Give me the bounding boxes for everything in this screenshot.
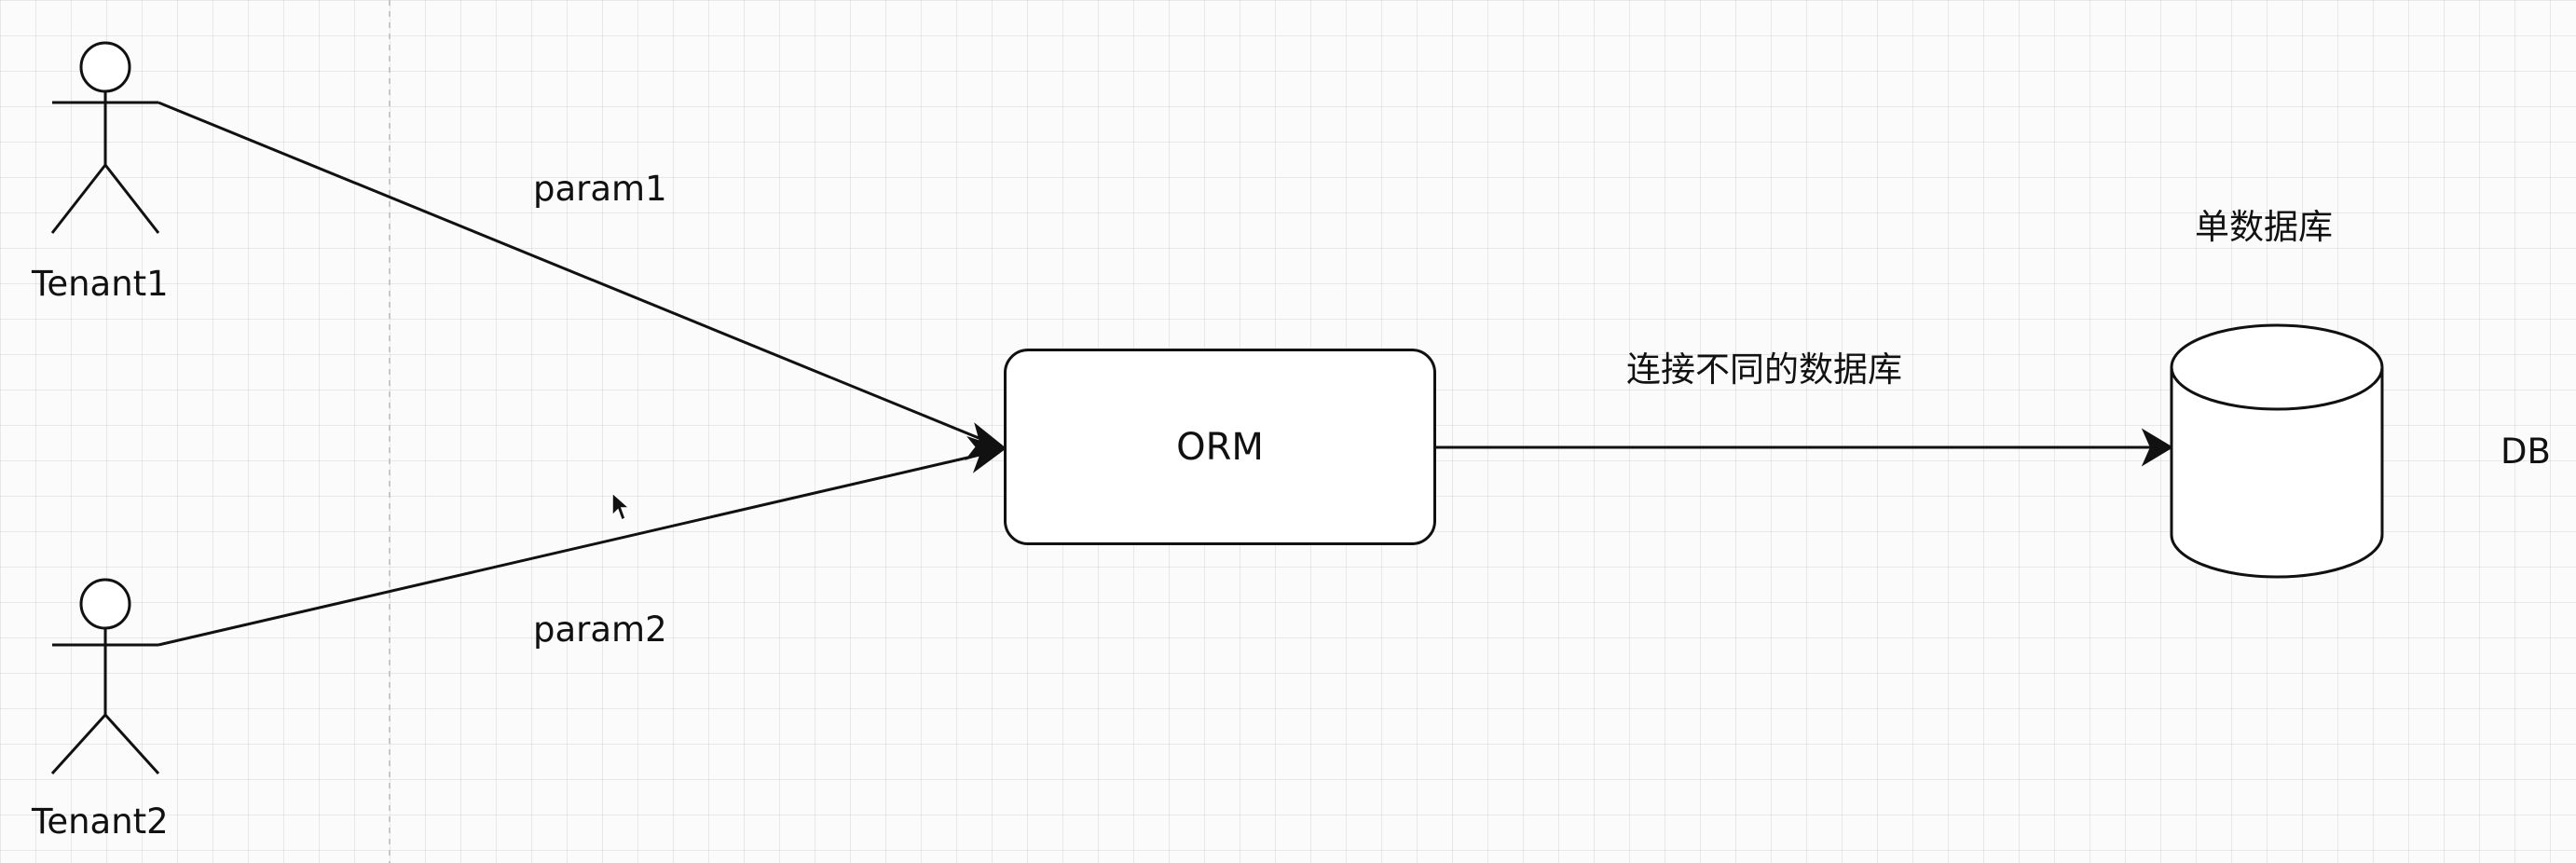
database-cylinder-icon[interactable]	[2170, 323, 2384, 579]
tenant2-label: Tenant2	[32, 801, 169, 842]
orm-node[interactable]: ORM	[1004, 349, 1436, 545]
param1-edge-label: param1	[533, 169, 667, 209]
diagram-canvas: Tenant1 Tenant2 param1 param2 连接不同的数据库 O…	[0, 0, 2576, 863]
tenant2-actor-icon[interactable]	[50, 578, 160, 775]
orm-to-db-edge-label: 连接不同的数据库	[1626, 349, 1902, 390]
edge-orm-to-db[interactable]	[1436, 428, 2173, 467]
database-title-label: 单数据库	[2195, 207, 2333, 247]
orm-node-label: ORM	[1176, 425, 1264, 469]
tenant1-actor-icon[interactable]	[50, 41, 160, 234]
tenant1-label: Tenant1	[32, 264, 169, 304]
database-db-label: DB	[2501, 432, 2551, 472]
param2-edge-label: param2	[533, 610, 667, 650]
edge-tenant1-to-orm[interactable]	[158, 101, 1007, 460]
mouse-cursor-icon	[611, 491, 631, 522]
